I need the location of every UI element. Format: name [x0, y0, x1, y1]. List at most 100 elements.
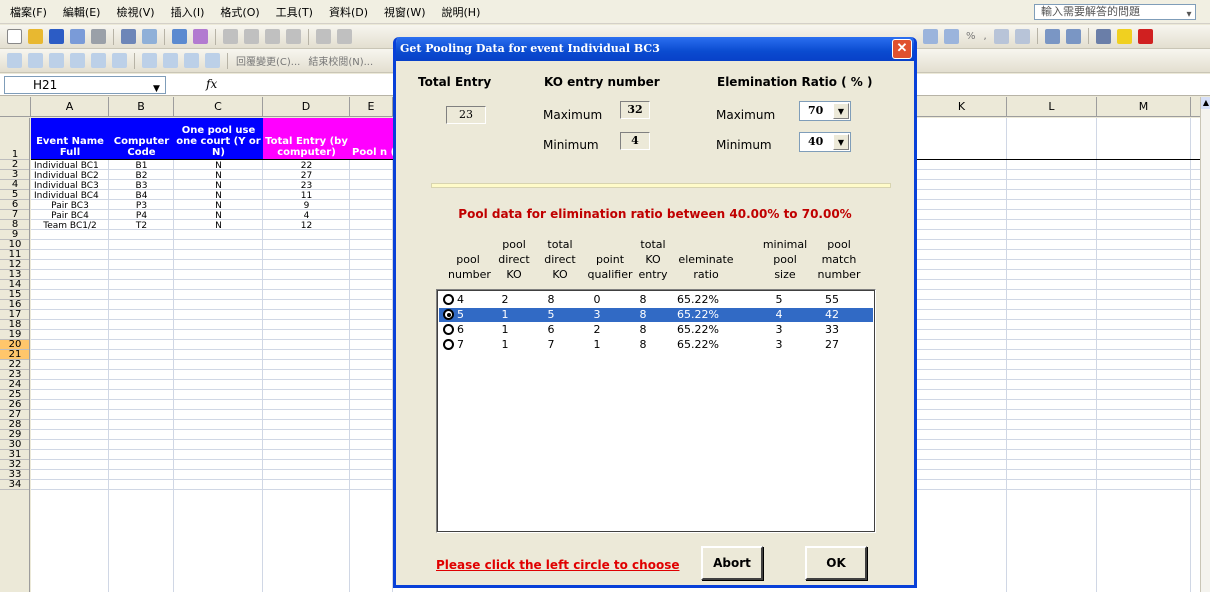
- copy-icon[interactable]: [244, 29, 259, 44]
- increase-decimal-icon[interactable]: [993, 28, 1009, 44]
- pool-number: 4: [457, 293, 464, 306]
- permission-icon[interactable]: [70, 29, 85, 44]
- pool-options-list[interactable]: 4 2 8 0 8 65.22% 5 55 5 1 5 3 8 65.22% 4…: [436, 289, 876, 533]
- review-icon[interactable]: [49, 53, 64, 68]
- vertical-scrollbar[interactable]: ▲: [1200, 97, 1210, 592]
- review-icon[interactable]: [142, 53, 157, 68]
- new-file-icon[interactable]: [7, 29, 22, 44]
- increase-indent-icon[interactable]: [1065, 28, 1081, 44]
- currency-icon[interactable]: [944, 28, 959, 44]
- scroll-up-icon[interactable]: ▲: [1201, 97, 1210, 109]
- research-icon[interactable]: [193, 29, 208, 44]
- header-event-name[interactable]: Event Name Full: [31, 118, 109, 159]
- format-painter-icon[interactable]: [286, 29, 301, 44]
- decrease-decimal-icon[interactable]: [1014, 28, 1030, 44]
- pool-option-radio[interactable]: [443, 309, 454, 320]
- elim-max-select[interactable]: 70 ▼: [799, 101, 851, 121]
- row-header[interactable]: 1: [0, 118, 29, 160]
- email-icon[interactable]: [91, 29, 106, 44]
- list-item[interactable]: 5 1 5 3 8 65.22% 4 42: [439, 308, 873, 322]
- cut-icon[interactable]: [223, 29, 238, 44]
- menu-tools[interactable]: 工具(T): [276, 4, 313, 20]
- paste-icon[interactable]: [265, 29, 280, 44]
- column-header-m[interactable]: M: [1097, 97, 1191, 117]
- chevron-down-icon[interactable]: ▼: [833, 134, 849, 150]
- name-box[interactable]: H21 ▼: [4, 76, 166, 94]
- menu-window[interactable]: 視窗(W): [384, 4, 425, 20]
- column-header-b[interactable]: B: [109, 97, 174, 117]
- font-color-icon[interactable]: [1137, 28, 1153, 44]
- help-search-input[interactable]: 輸入需要解答的問題 ▾: [1034, 4, 1196, 20]
- save-icon[interactable]: [49, 29, 64, 44]
- review-icon[interactable]: [112, 53, 127, 68]
- column-header-l[interactable]: L: [1007, 97, 1097, 117]
- ok-button[interactable]: OK: [805, 546, 867, 580]
- fill-color-icon[interactable]: [1116, 28, 1132, 44]
- row-header[interactable]: 34: [0, 480, 29, 490]
- percent-icon[interactable]: %: [966, 31, 976, 42]
- pool-match-number: 33: [825, 323, 839, 336]
- open-folder-icon[interactable]: [28, 29, 43, 44]
- abort-button[interactable]: Abort: [701, 546, 763, 580]
- chevron-down-icon[interactable]: ▾: [1183, 8, 1195, 22]
- select-all-corner[interactable]: [0, 97, 31, 117]
- column-header-k[interactable]: K: [917, 97, 1007, 117]
- header-computer-code[interactable]: Computer Code: [109, 118, 174, 159]
- col-header-line: number: [817, 268, 861, 281]
- pool-option-radio[interactable]: [443, 294, 454, 305]
- review-icon[interactable]: [163, 53, 178, 68]
- dialog-title-bar[interactable]: Get Pooling Data for event Individual BC…: [396, 37, 914, 61]
- column-header-c[interactable]: C: [174, 97, 263, 117]
- menu-view[interactable]: 檢視(V): [116, 4, 154, 20]
- decrease-indent-icon[interactable]: [1044, 28, 1060, 44]
- total-ko-entry: 8: [639, 338, 647, 351]
- header-pool-number[interactable]: Pool n (by cor: [350, 118, 393, 159]
- function-icon[interactable]: fx: [206, 77, 217, 91]
- pool-option-radio[interactable]: [443, 324, 454, 335]
- review-icon[interactable]: [28, 53, 43, 68]
- review-icon[interactable]: [205, 53, 220, 68]
- borders-icon[interactable]: [1095, 28, 1111, 44]
- review-icon[interactable]: [7, 53, 22, 68]
- header-one-pool[interactable]: One pool use one court (Y or N): [174, 118, 263, 159]
- pool-option-radio[interactable]: [443, 339, 454, 350]
- col-header-line: direct: [544, 253, 576, 266]
- end-review-button[interactable]: 結束校閱(N)...: [308, 53, 373, 68]
- reply-changes-button[interactable]: 回覆變更(C)...: [236, 53, 300, 68]
- menu-insert[interactable]: 插入(I): [171, 4, 205, 20]
- undo-icon[interactable]: [316, 29, 331, 44]
- comma-icon[interactable]: ,: [984, 31, 987, 42]
- merge-cells-icon[interactable]: [923, 28, 938, 44]
- spelling-icon[interactable]: [172, 29, 187, 44]
- column-header-e[interactable]: E: [350, 97, 393, 117]
- help-placeholder: 輸入需要解答的問題: [1041, 5, 1140, 18]
- header-total-entry[interactable]: Total Entry (by computer): [263, 118, 350, 159]
- col-header-line: total: [547, 238, 573, 251]
- pool-data-title: Pool data for elimination ratio between …: [458, 207, 852, 221]
- list-item[interactable]: 6 1 6 2 8 65.22% 3 33: [439, 323, 873, 337]
- review-icon[interactable]: [184, 53, 199, 68]
- menu-format[interactable]: 格式(O): [220, 4, 259, 20]
- chevron-down-icon[interactable]: ▼: [153, 81, 160, 97]
- toolbar-separator: [227, 52, 228, 69]
- toolbar-separator: [1036, 28, 1038, 44]
- print-preview-icon[interactable]: [142, 29, 157, 44]
- list-item[interactable]: 7 1 7 1 8 65.22% 3 27: [439, 338, 873, 352]
- chevron-down-icon[interactable]: ▼: [833, 103, 849, 119]
- menu-help[interactable]: 說明(H): [442, 4, 481, 20]
- menu-file[interactable]: 檔案(F): [10, 4, 47, 20]
- review-icon[interactable]: [91, 53, 106, 68]
- minimal-pool-size: 5: [775, 293, 783, 306]
- elim-max-value: 70: [808, 104, 824, 117]
- redo-icon[interactable]: [337, 29, 352, 44]
- review-icon[interactable]: [70, 53, 85, 68]
- elim-min-select[interactable]: 40 ▼: [799, 132, 851, 152]
- print-icon[interactable]: [121, 29, 136, 44]
- menu-edit[interactable]: 編輯(E): [63, 4, 101, 20]
- close-icon[interactable]: ✕: [892, 39, 912, 59]
- column-header-a[interactable]: A: [31, 97, 109, 117]
- col-header-line: minimal: [762, 238, 808, 251]
- column-header-d[interactable]: D: [263, 97, 350, 117]
- menu-data[interactable]: 資料(D): [329, 4, 368, 20]
- list-item[interactable]: 4 2 8 0 8 65.22% 5 55: [439, 293, 873, 307]
